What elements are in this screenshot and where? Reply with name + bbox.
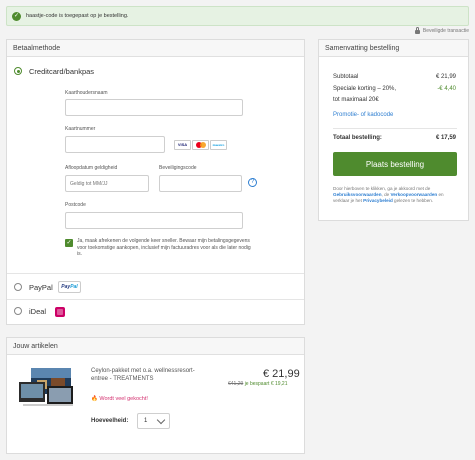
- total-label: Totaal bestelling:: [333, 135, 382, 141]
- ideal-logo: [55, 307, 65, 317]
- terms-text: Door hierboven te klikken, ga je akkoord…: [333, 186, 444, 203]
- promo-code-link[interactable]: Promotie- of kadocode: [333, 112, 393, 118]
- creditcard-radio[interactable]: [14, 67, 22, 75]
- alert-text: haastje-code is toegepast op je bestelli…: [26, 13, 129, 19]
- save-checkbox[interactable]: ✓: [65, 239, 73, 247]
- visa-icon: VISA: [174, 140, 191, 150]
- mastercard-icon: [192, 140, 209, 150]
- terms-link[interactable]: Gebruiksvoorwaarden: [333, 192, 382, 197]
- secure-transaction: Beveiligde transactie: [414, 27, 469, 34]
- maestro-icon: maestro: [210, 140, 227, 150]
- items-panel: Jouw artikelen Ceylon-pakket met o.a. we…: [6, 337, 305, 454]
- cardnumber-input[interactable]: [65, 136, 165, 153]
- expiry-input[interactable]: [65, 175, 149, 192]
- product-image: [19, 368, 73, 406]
- product-price: € 21,99: [263, 368, 300, 380]
- payment-panel: Betaalmethode Creditcard/bankpas Kaartho…: [6, 39, 305, 325]
- privacy-link[interactable]: Privacybeleid: [363, 198, 393, 203]
- success-alert: ✓ haastje-code is toegepast op je bestel…: [6, 6, 469, 26]
- subtotal-value: € 21,99: [435, 74, 456, 80]
- postcode-label: Postcode: [65, 202, 86, 208]
- postcode-input[interactable]: [65, 212, 243, 229]
- quantity-label: Hoeveelheid:: [91, 418, 129, 424]
- ideal-label[interactable]: iDeal: [29, 307, 46, 316]
- subtotal-label: Subtotaal: [333, 74, 359, 80]
- old-price: €41,29 je bespaart € 19,21: [228, 381, 288, 387]
- secure-text: Beveiligde transactie: [422, 28, 469, 34]
- lock-icon: [414, 27, 420, 34]
- discount-label: Speciale korting – 20%,: [333, 86, 397, 92]
- ideal-radio[interactable]: [14, 307, 22, 315]
- discount-label-cap: tot maximaal 20€: [333, 97, 379, 103]
- quantity-value: 1: [144, 418, 148, 424]
- check-icon: ✓: [12, 11, 21, 21]
- summary-title: Samenvatting bestelling: [319, 40, 468, 57]
- discount-value: -€ 4,40: [437, 86, 456, 92]
- divider: [7, 273, 304, 274]
- paypal-label[interactable]: PayPal: [29, 283, 53, 292]
- expiry-label: Afloopdatum geldigheid: [65, 165, 118, 171]
- total-value: € 17,59: [435, 135, 456, 141]
- sales-terms-link[interactable]: Verkoopvoorwaarden: [390, 192, 437, 197]
- order-summary-panel: Samenvatting bestelling Subtotaal € 21,9…: [318, 39, 469, 221]
- chevron-down-icon: [156, 415, 166, 425]
- divider: [333, 128, 457, 129]
- cvc-input[interactable]: [159, 175, 242, 192]
- popular-badge: 🔥 Wordt veel gekocht!: [91, 396, 148, 402]
- help-icon[interactable]: ?: [248, 178, 257, 187]
- creditcard-label[interactable]: Creditcard/bankpas: [29, 67, 94, 76]
- items-title: Jouw artikelen: [7, 338, 304, 355]
- maestro-text: maestro: [212, 143, 225, 147]
- paypal-logo: PayPal: [58, 281, 81, 293]
- quantity-select[interactable]: 1: [137, 413, 170, 429]
- divider: [7, 299, 304, 300]
- visa-text: VISA: [177, 142, 188, 147]
- cvc-label: Beveiligingscode: [159, 165, 197, 171]
- cardnumber-label: Kaartnummer: [65, 126, 96, 132]
- product-title[interactable]: Ceylon-pakket met o.a. wellnessresort-en…: [91, 367, 199, 383]
- payment-title: Betaalmethode: [7, 40, 304, 57]
- cardholder-label: Kaarthoudersnaam: [65, 90, 108, 96]
- save-text: Ja, maak afrekenen de volgende keer snel…: [77, 238, 251, 257]
- cardholder-input[interactable]: [65, 99, 243, 116]
- paypal-radio[interactable]: [14, 283, 22, 291]
- place-order-button[interactable]: Plaats bestelling: [333, 152, 457, 176]
- saving-text: je bespaart € 19,21: [244, 381, 288, 387]
